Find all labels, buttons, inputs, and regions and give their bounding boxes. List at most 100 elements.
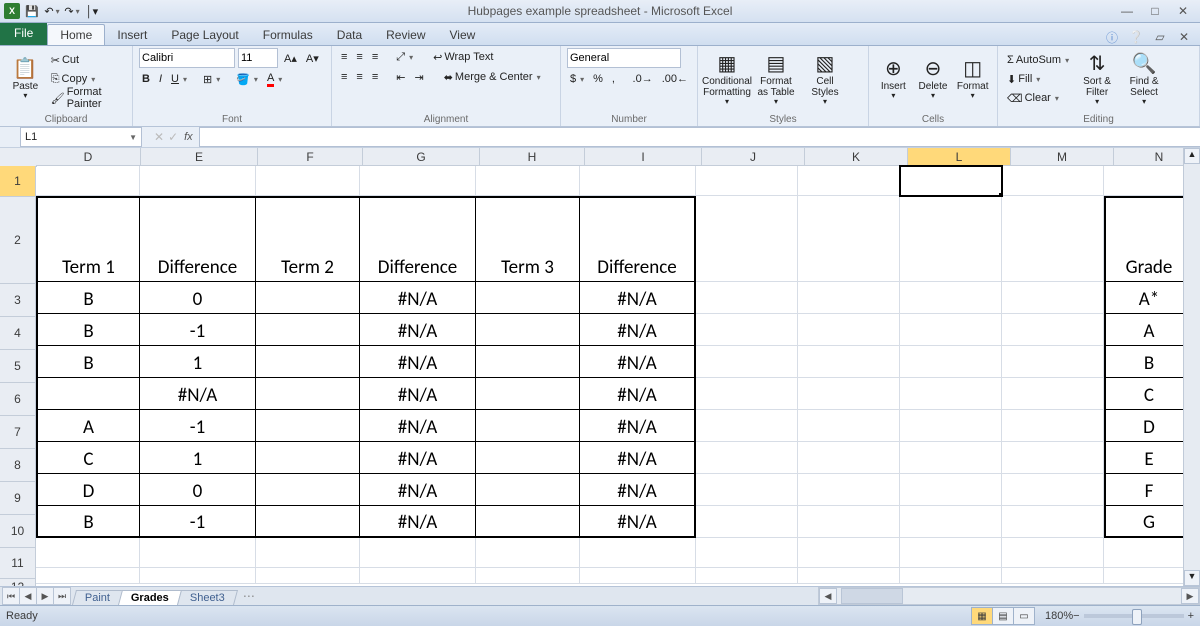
cell-G1[interactable] (360, 166, 476, 196)
review-tab[interactable]: Review (374, 25, 437, 45)
cell-M12[interactable] (1002, 568, 1104, 584)
enter-formula-icon[interactable]: ✓ (168, 130, 178, 144)
row-header-1[interactable]: 1 (0, 166, 36, 197)
vertical-scrollbar[interactable]: ▲ ▼ (1183, 148, 1200, 586)
font-size-select[interactable] (238, 48, 278, 68)
cell-D5[interactable]: B (36, 346, 140, 378)
cell-F7[interactable] (256, 410, 360, 442)
scroll-right-icon[interactable]: ▶ (1181, 588, 1199, 604)
cell-I11[interactable] (580, 538, 696, 568)
cell-G8[interactable]: #N/A (360, 442, 476, 474)
row-header-9[interactable]: 9 (0, 482, 36, 515)
find-select-button[interactable]: 🔍Find & Select▾ (1122, 48, 1166, 110)
cell-I6[interactable]: #N/A (580, 378, 696, 410)
row-header-3[interactable]: 3 (0, 284, 36, 317)
namebox-dropdown-icon[interactable]: ▼ (129, 133, 137, 142)
fx-icon[interactable]: fx (184, 131, 193, 143)
cell-M6[interactable] (1002, 378, 1104, 410)
number-format-select[interactable] (567, 48, 681, 68)
row-header-5[interactable]: 5 (0, 350, 36, 383)
cell-H10[interactable] (476, 506, 580, 538)
align-center[interactable]: ≡ (353, 68, 365, 86)
cell-I9[interactable]: #N/A (580, 474, 696, 506)
column-header-H[interactable]: H (480, 148, 585, 166)
cell-K6[interactable] (798, 378, 900, 410)
cell-M5[interactable] (1002, 346, 1104, 378)
cell-E11[interactable] (140, 538, 256, 568)
align-left[interactable]: ≡ (338, 68, 350, 86)
save-icon[interactable]: 💾 (24, 3, 40, 19)
cell-I8[interactable]: #N/A (580, 442, 696, 474)
cell-M9[interactable] (1002, 474, 1104, 506)
cell-M11[interactable] (1002, 538, 1104, 568)
clear-button[interactable]: ⌫Clear (1004, 89, 1072, 107)
cell-J11[interactable] (696, 538, 798, 568)
sheet-tab-sheet3[interactable]: Sheet3 (177, 590, 238, 605)
column-header-K[interactable]: K (805, 148, 908, 166)
horizontal-scrollbar[interactable]: ◀ ▶ (818, 587, 1200, 605)
increase-decimal[interactable]: .0→ (630, 70, 656, 88)
cell-J2[interactable] (696, 196, 798, 282)
font-color-button[interactable]: A (264, 70, 285, 88)
cell-J4[interactable] (696, 314, 798, 346)
wrap-text-button[interactable]: ↩Wrap Text (430, 48, 496, 66)
cell-J1[interactable] (696, 166, 798, 196)
column-header-J[interactable]: J (702, 148, 805, 166)
row-header-11[interactable]: 11 (0, 548, 36, 579)
cell-F9[interactable] (256, 474, 360, 506)
cell-E7[interactable]: -1 (140, 410, 256, 442)
minimize-button[interactable]: — (1120, 4, 1134, 18)
align-middle[interactable]: ≡ (353, 48, 365, 66)
cell-H3[interactable] (476, 282, 580, 314)
cell-G5[interactable]: #N/A (360, 346, 476, 378)
align-top[interactable]: ≡ (338, 48, 350, 66)
row-header-2[interactable]: 2 (0, 197, 36, 284)
cell-D11[interactable] (36, 538, 140, 568)
cell-N10[interactable]: G (1104, 506, 1194, 538)
cell-E12[interactable] (140, 568, 256, 584)
borders-button[interactable]: ⊞ (200, 70, 223, 88)
zoom-in-button[interactable]: + (1188, 610, 1194, 622)
grow-font[interactable]: A▴ (281, 49, 300, 67)
cell-I7[interactable]: #N/A (580, 410, 696, 442)
cell-L5[interactable] (900, 346, 1002, 378)
zoom-slider[interactable] (1084, 614, 1184, 618)
cell-N3[interactable]: A* (1104, 282, 1194, 314)
scroll-up-icon[interactable]: ▲ (1184, 148, 1200, 164)
cancel-formula-icon[interactable]: ✕ (154, 130, 164, 144)
window-close-doc[interactable]: ✕ (1176, 29, 1192, 45)
cell-N1[interactable] (1104, 166, 1194, 196)
scroll-thumb[interactable] (841, 588, 903, 604)
sheet-nav-0[interactable]: ⏮ (2, 587, 20, 605)
cell-H9[interactable] (476, 474, 580, 506)
cell-E6[interactable]: #N/A (140, 378, 256, 410)
cell-J3[interactable] (696, 282, 798, 314)
row-headers[interactable]: 123456789101112 (0, 166, 36, 586)
cell-L8[interactable] (900, 442, 1002, 474)
pagelayout-tab[interactable]: Page Layout (159, 25, 250, 45)
cell-L2[interactable] (900, 196, 1002, 282)
orientation-button[interactable]: ⤢ (393, 48, 416, 66)
cell-F1[interactable] (256, 166, 360, 196)
cell-G11[interactable] (360, 538, 476, 568)
formula-bar[interactable] (199, 127, 1200, 147)
cell-L11[interactable] (900, 538, 1002, 568)
cell-K2[interactable] (798, 196, 900, 282)
cell-L7[interactable] (900, 410, 1002, 442)
cell-H5[interactable] (476, 346, 580, 378)
cell-G7[interactable]: #N/A (360, 410, 476, 442)
sheet-tab-grades[interactable]: Grades (118, 590, 182, 605)
row-header-7[interactable]: 7 (0, 416, 36, 449)
row-header-12[interactable]: 12 (0, 579, 36, 586)
cell-I10[interactable]: #N/A (580, 506, 696, 538)
redo-button[interactable]: ↷ (64, 3, 80, 19)
cell-M1[interactable] (1002, 166, 1104, 196)
cell-J7[interactable] (696, 410, 798, 442)
cell-E1[interactable] (140, 166, 256, 196)
undo-button[interactable]: ↶ (44, 3, 60, 19)
column-header-E[interactable]: E (141, 148, 258, 166)
cell-K5[interactable] (798, 346, 900, 378)
cell-H2[interactable]: Term 3 (476, 196, 580, 282)
increase-indent[interactable]: ⇥ (411, 68, 426, 86)
cell-G2[interactable]: Difference (360, 196, 476, 282)
